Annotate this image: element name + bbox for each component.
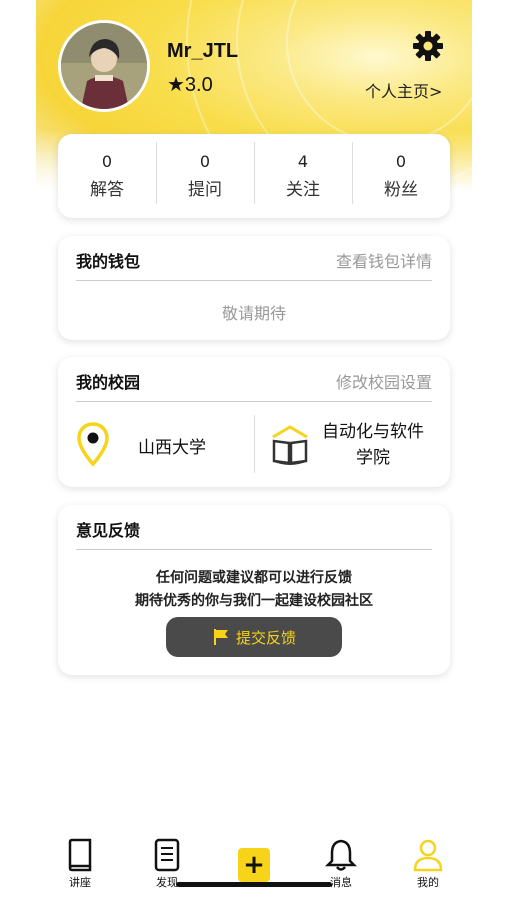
college-name-line2: 学院: [356, 448, 390, 468]
feedback-line1: 任何问题或建议都可以进行反馈: [156, 570, 352, 586]
submit-feedback-button[interactable]: 提交反馈: [166, 617, 342, 657]
wallet-card: 我的钱包 查看钱包详情 敬请期待: [58, 236, 450, 340]
tab-lecture[interactable]: 讲座: [50, 838, 110, 890]
feedback-message: 任何问题或建议都可以进行反馈 期待优秀的你与我们一起建设校园社区: [58, 567, 450, 613]
home-indicator: [176, 882, 332, 887]
username: Mr_JTL: [167, 40, 239, 62]
gear-icon[interactable]: [412, 30, 444, 62]
feedback-card: 意见反馈 任何问题或建议都可以进行反馈 期待优秀的你与我们一起建设校园社区 提交…: [58, 505, 450, 675]
user-icon: [413, 839, 443, 872]
wallet-details-link[interactable]: 查看钱包详情: [336, 248, 432, 272]
stat-value: 0: [101, 152, 113, 171]
submit-feedback-label: 提交反馈: [235, 628, 296, 647]
stat-label: 关注: [286, 180, 320, 200]
wallet-title: 我的钱包: [76, 252, 141, 271]
stat-value: 4: [297, 152, 309, 171]
campus-divider: [254, 415, 255, 473]
feedback-line2: 期待优秀的你与我们一起建设校园社区: [135, 593, 373, 609]
stat-value: 0: [199, 152, 211, 171]
location-pin-icon: [76, 421, 110, 467]
campus-title: 我的校园: [76, 373, 141, 392]
college-name: 自动化与软件 学院: [314, 419, 432, 471]
book-icon: [68, 838, 92, 872]
campus-card: 我的校园 修改校园设置 山西大学 自动化与软件 学院: [58, 357, 450, 487]
add-post-button[interactable]: +: [238, 848, 270, 882]
tab-mine[interactable]: 我的: [398, 838, 458, 890]
avatar[interactable]: [58, 20, 150, 112]
document-icon: [154, 838, 180, 872]
bell-icon: [325, 839, 357, 871]
stat-label: 粉丝: [384, 180, 418, 200]
flag-icon: [213, 629, 228, 645]
profile-page-link[interactable]: 个人主页>: [365, 78, 442, 102]
stat-questions[interactable]: 0 提问: [156, 142, 254, 204]
stat-label: 解答: [90, 180, 124, 200]
plus-icon: +: [243, 850, 265, 880]
stat-answers[interactable]: 0 解答: [58, 152, 156, 200]
tab-label: 我的: [417, 876, 439, 889]
tab-label: 讲座: [69, 876, 91, 889]
wallet-header: 我的钱包 查看钱包详情: [76, 248, 432, 281]
stat-followers[interactable]: 0 粉丝: [352, 142, 450, 204]
feedback-header: 意见反馈: [76, 517, 432, 550]
feedback-title: 意见反馈: [76, 521, 141, 540]
school-name: 山西大学: [138, 438, 206, 458]
stat-following[interactable]: 4 关注: [254, 142, 352, 204]
book-icon: [270, 423, 310, 467]
college-name-line1: 自动化与软件: [322, 422, 424, 442]
stat-label: 提问: [188, 180, 222, 200]
campus-header: 我的校园 修改校园设置: [76, 369, 432, 402]
user-rating: ★3.0: [167, 74, 213, 96]
campus-settings-link[interactable]: 修改校园设置: [336, 369, 432, 393]
stat-value: 0: [395, 152, 407, 171]
wallet-status: 敬请期待: [221, 304, 286, 323]
stats-card: 0 解答 0 提问 4 关注 0 粉丝: [58, 134, 450, 218]
